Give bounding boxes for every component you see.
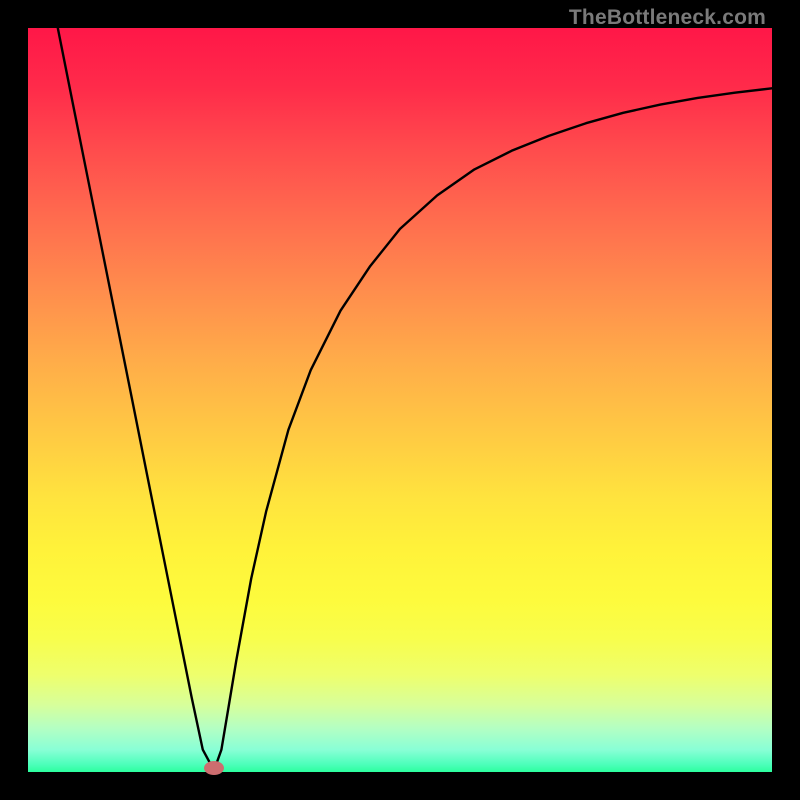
plot-area	[28, 28, 772, 772]
curve-svg	[28, 28, 772, 772]
bottleneck-curve	[58, 28, 772, 771]
watermark-text: TheBottleneck.com	[569, 6, 766, 30]
optimal-point-marker	[204, 761, 224, 775]
chart-frame: TheBottleneck.com	[0, 0, 800, 800]
